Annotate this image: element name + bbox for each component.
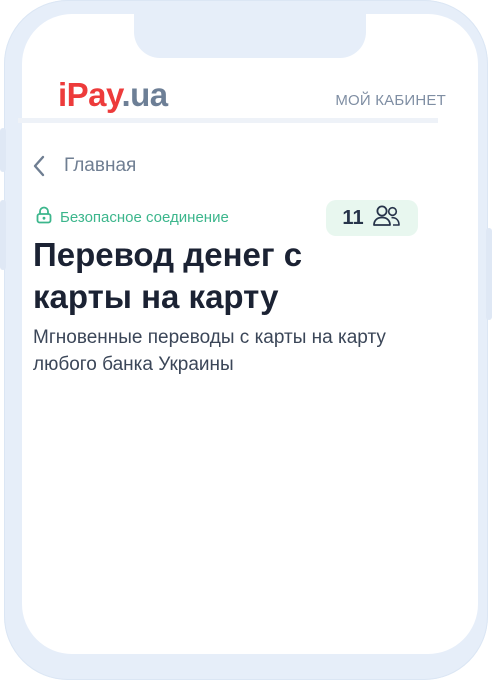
- logo-text-main: iPay: [58, 76, 122, 113]
- secure-connection: Безопасное соединение: [35, 206, 229, 229]
- header-divider: [18, 118, 438, 123]
- users-icon: [372, 204, 402, 233]
- breadcrumb-back[interactable]: Главная: [32, 152, 136, 180]
- online-users-badge: 11: [326, 200, 418, 236]
- page-subtitle: Мгновенные переводы с карты на карту люб…: [33, 327, 386, 375]
- phone-side-button: [0, 200, 6, 270]
- ipay-logo[interactable]: iPay.ua: [58, 76, 168, 114]
- secure-connection-label: Безопасное соединение: [60, 209, 229, 226]
- chevron-left-icon: [32, 155, 46, 177]
- logo-text-domain: .ua: [121, 76, 168, 113]
- online-users-count: 11: [342, 206, 364, 229]
- page-title: Перевод денег с карты на карту: [33, 236, 303, 315]
- my-cabinet-link[interactable]: МОЙ КАБИНЕТ: [335, 92, 446, 109]
- phone-side-button: [0, 128, 6, 172]
- breadcrumb-label: Главная: [64, 155, 137, 176]
- phone-side-button: [486, 228, 492, 320]
- phone-notch: [134, 14, 366, 58]
- lock-icon: [35, 206, 53, 229]
